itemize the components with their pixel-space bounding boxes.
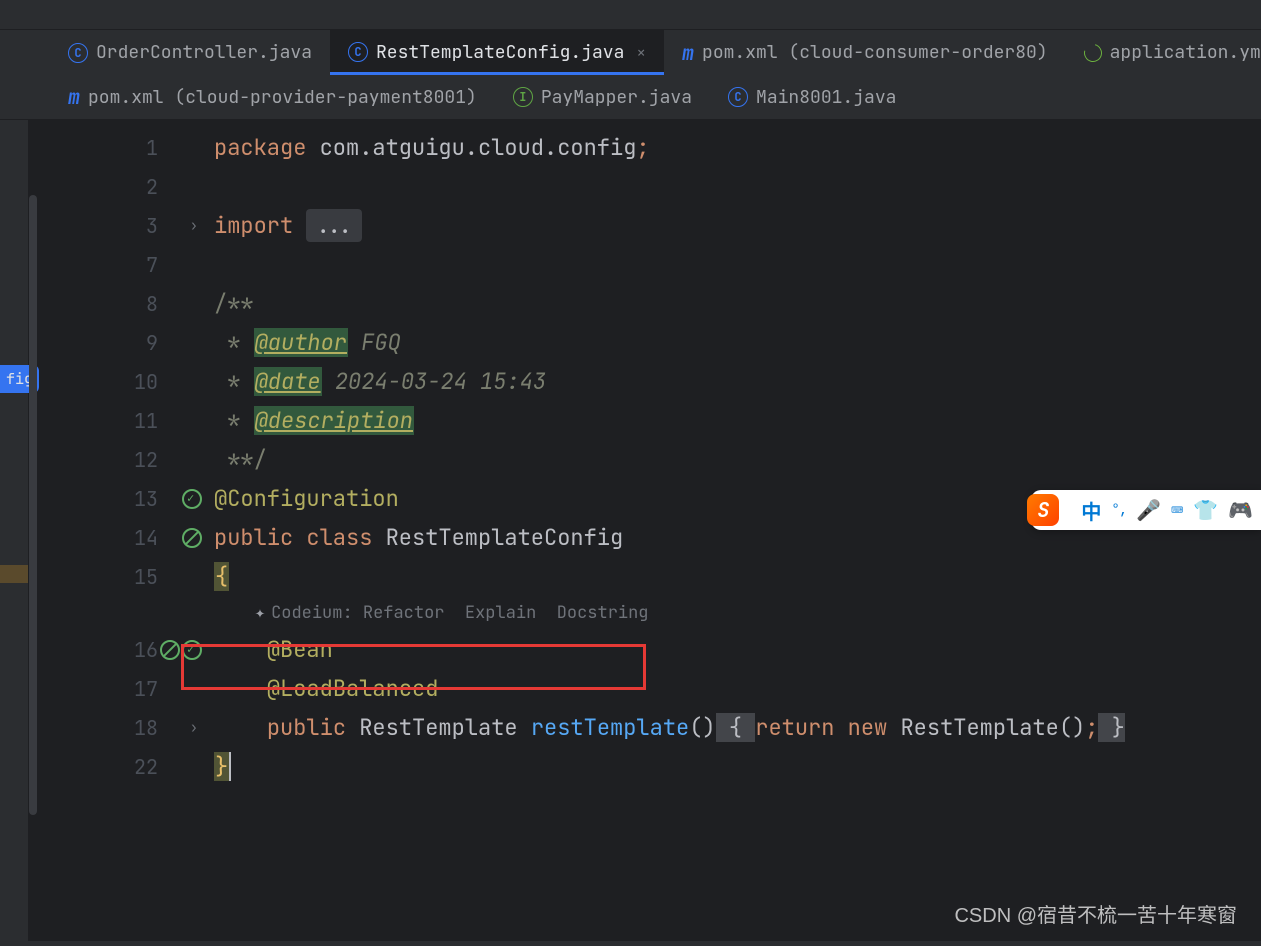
tab-application-yml[interactable]: application.ym: [1066, 30, 1261, 75]
gutter-line[interactable]: 12: [28, 440, 168, 479]
code-line: public RestTemplate restTemplate() { ret…: [214, 708, 1261, 747]
code-line: * @description: [214, 401, 1261, 440]
maven-icon: m: [68, 84, 80, 110]
close-icon[interactable]: ×: [636, 42, 646, 63]
codelens-refactor[interactable]: Refactor: [363, 602, 445, 624]
gutter-line[interactable]: 13: [28, 479, 168, 518]
gutter-line[interactable]: 15: [28, 557, 168, 596]
keyboard-icon[interactable]: ⌨: [1171, 497, 1183, 523]
side-marker: [0, 565, 28, 583]
tab-label: pom.xml (cloud-consumer-order80): [702, 41, 1048, 64]
gutter-line[interactable]: 22: [28, 747, 168, 786]
tab-label: pom.xml (cloud-provider-payment8001): [88, 86, 477, 109]
codelens-explain[interactable]: Explain: [465, 602, 536, 624]
code-line: @LoadBalanced: [214, 669, 1261, 708]
gutter-line[interactable]: 7: [28, 245, 168, 284]
gutter: 1 2 3› 7 8 9 10 11 12 13 14 15 16 17 18›…: [28, 120, 168, 941]
ime-lang-toggle[interactable]: 中: [1081, 496, 1101, 525]
editor-tabs-row-2: m pom.xml (cloud-provider-payment8001) I…: [0, 75, 1261, 120]
editor-tabs-row-1: C OrderController.java C RestTemplateCon…: [0, 30, 1261, 75]
maven-icon: m: [682, 40, 694, 66]
gutter-line[interactable]: 14: [28, 518, 168, 557]
tab-main-8001[interactable]: C Main8001.java: [710, 75, 914, 119]
sogou-logo-icon[interactable]: S: [1027, 494, 1059, 526]
tab-label: OrderController.java: [96, 41, 312, 64]
tool-window-stripe: fig: [0, 120, 28, 941]
tab-label: application.ym: [1110, 41, 1261, 64]
tab-label: RestTemplateConfig.java: [376, 41, 624, 64]
gutter-line[interactable]: 11: [28, 401, 168, 440]
gutter-line[interactable]: 18›: [28, 708, 168, 747]
code-line: package com.atguigu.cloud.config;: [214, 128, 1261, 167]
fold-placeholder[interactable]: ...: [306, 209, 362, 242]
tab-pom-provider[interactable]: m pom.xml (cloud-provider-payment8001): [50, 75, 495, 119]
tab-label: PayMapper.java: [541, 86, 692, 109]
tab-rest-template-config[interactable]: C RestTemplateConfig.java ×: [330, 30, 664, 75]
tab-label: Main8001.java: [756, 86, 896, 109]
code-line: import ...: [214, 206, 1261, 245]
tab-pay-mapper[interactable]: I PayMapper.java: [495, 75, 710, 119]
sparkle-icon: ✦: [255, 602, 265, 624]
code-line: * @author FGQ: [214, 323, 1261, 362]
code-line: **/: [214, 440, 1261, 479]
java-class-icon: C: [348, 42, 368, 62]
code-line: [214, 167, 1261, 206]
watermark: CSDN @宿昔不梳一苦十年寒窗: [954, 899, 1237, 928]
microphone-icon[interactable]: 🎤: [1136, 497, 1161, 523]
ime-punct-toggle[interactable]: °,: [1111, 501, 1126, 519]
java-interface-icon: I: [513, 87, 533, 107]
gamepad-icon[interactable]: 🎮: [1228, 497, 1253, 523]
gutter-line[interactable]: [28, 596, 168, 630]
code-line: [214, 245, 1261, 284]
code-line: @Bean: [214, 630, 1261, 669]
spring-icon: [1084, 44, 1102, 62]
codelens-line: ✦Codeium: Refactor Explain Docstring: [214, 596, 1261, 630]
gutter-line[interactable]: 16: [28, 630, 168, 669]
codelens-docstring[interactable]: Docstring: [557, 602, 649, 624]
gutter-line[interactable]: 2: [28, 167, 168, 206]
java-class-icon: C: [68, 43, 88, 63]
gutter-line[interactable]: 17: [28, 669, 168, 708]
ime-toolbar[interactable]: S 中 °, 🎤 ⌨ 👕 🎮: [1031, 490, 1261, 530]
gutter-line[interactable]: 8: [28, 284, 168, 323]
code-line: }: [214, 747, 1261, 786]
tab-order-controller[interactable]: C OrderController.java: [50, 30, 330, 75]
gutter-line[interactable]: 3›: [28, 206, 168, 245]
code-line: * @date 2024-03-24 15:43: [214, 362, 1261, 401]
code-line: {: [214, 557, 1261, 596]
gutter-line[interactable]: 1: [28, 128, 168, 167]
code-editor[interactable]: package com.atguigu.cloud.config; import…: [168, 120, 1261, 941]
editor-container: fig 1 2 3› 7 8 9 10 11 12 13 14 15 16 17…: [0, 120, 1261, 941]
toolbar-spacer: [0, 0, 1261, 30]
gutter-line[interactable]: 10: [28, 362, 168, 401]
skin-icon[interactable]: 👕: [1193, 497, 1218, 523]
gutter-line[interactable]: 9: [28, 323, 168, 362]
tab-pom-consumer[interactable]: m pom.xml (cloud-consumer-order80): [664, 30, 1066, 75]
java-class-icon: C: [728, 87, 748, 107]
code-line: /**: [214, 284, 1261, 323]
